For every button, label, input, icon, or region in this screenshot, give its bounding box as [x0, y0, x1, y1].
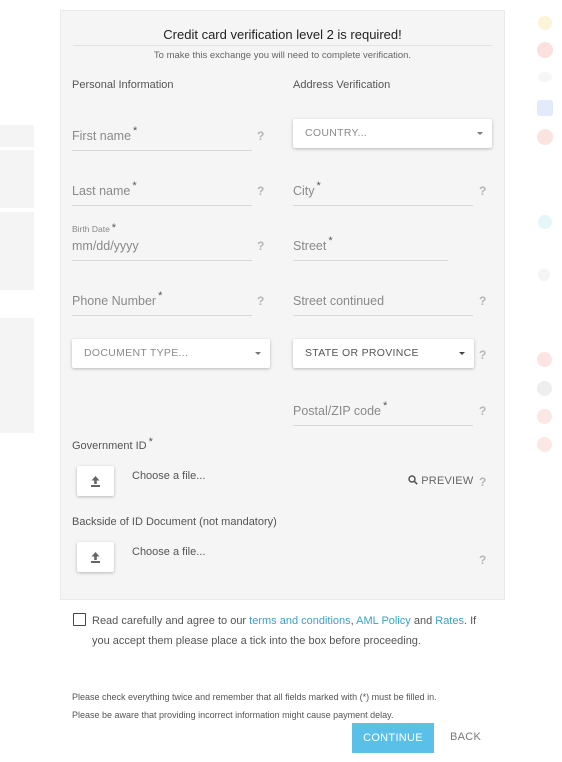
page-title: Credit card verification level 2 is requ…: [163, 27, 402, 42]
backside-id-file-label[interactable]: Choose a file...: [132, 546, 205, 558]
help-icon[interactable]: ?: [257, 129, 264, 143]
background-fragment: [538, 16, 552, 30]
street-continued-placeholder: Street continued: [293, 294, 385, 308]
street-placeholder: Street: [293, 239, 327, 253]
help-icon[interactable]: ?: [257, 294, 264, 308]
last-name-field[interactable]: Last name *: [72, 177, 252, 206]
background-fragment: [0, 150, 34, 208]
help-icon[interactable]: ?: [257, 239, 264, 253]
chevron-down-icon: [255, 352, 261, 355]
preview-button[interactable]: PREVIEW: [408, 475, 473, 487]
background-fragment: [0, 125, 34, 147]
agree-text: Read carefully and agree to our terms an…: [92, 615, 477, 647]
agree-checkbox[interactable]: [73, 613, 86, 626]
birth-date-placeholder: mm/dd/yyyy: [72, 239, 139, 253]
required-mark: *: [158, 290, 163, 302]
background-fragment: [538, 269, 550, 281]
background-fragment: [537, 381, 552, 396]
help-icon[interactable]: ?: [479, 475, 486, 489]
required-mark: *: [132, 180, 137, 192]
city-field[interactable]: City *: [293, 177, 473, 206]
required-mark: *: [316, 180, 321, 192]
help-icon[interactable]: ?: [479, 404, 486, 418]
background-fragment: [537, 437, 552, 452]
aml-policy-link[interactable]: AML Policy: [356, 615, 411, 627]
required-mark: *: [328, 235, 333, 247]
personal-info-heading: Personal Information: [72, 79, 174, 91]
birth-date-field[interactable]: mm/dd/yyyy: [72, 232, 252, 261]
background-fragment: [0, 212, 34, 290]
address-verification-heading: Address Verification: [293, 79, 391, 91]
required-mark: *: [133, 125, 138, 137]
phone-number-field[interactable]: Phone Number *: [72, 287, 252, 316]
postal-zip-placeholder: Postal/ZIP code: [293, 404, 382, 418]
title-divider: [73, 45, 492, 46]
background-fragment: [538, 72, 552, 82]
search-icon: [408, 475, 418, 485]
back-button[interactable]: BACK: [450, 731, 481, 743]
state-province-select[interactable]: STATE OR PROVINCE: [293, 339, 474, 368]
background-fragment: [537, 352, 552, 367]
page-subtitle: To make this exchange you will need to c…: [153, 50, 412, 61]
background-fragment: [0, 318, 34, 433]
chevron-down-icon: [459, 352, 465, 355]
terms-link[interactable]: terms and conditions: [249, 615, 351, 627]
government-id-file-label[interactable]: Choose a file...: [132, 470, 205, 482]
background-fragment: [537, 129, 553, 145]
help-icon[interactable]: ?: [479, 184, 486, 198]
government-id-upload-button[interactable]: [77, 466, 114, 496]
note-required-fields: Please check everything twice and rememb…: [72, 692, 437, 702]
continue-button[interactable]: CONTINUE: [352, 723, 434, 753]
first-name-field[interactable]: First name *: [72, 122, 252, 151]
upload-icon: [91, 552, 100, 563]
backside-id-label: Backside of ID Document (not mandatory): [72, 516, 277, 528]
backside-id-upload-button[interactable]: [77, 542, 114, 572]
street-continued-field[interactable]: Street continued: [293, 287, 473, 316]
note-payment-delay: Please be aware that providing incorrect…: [72, 710, 394, 720]
first-name-placeholder: First name: [72, 129, 132, 143]
help-icon[interactable]: ?: [479, 348, 486, 362]
chevron-down-icon: [477, 132, 483, 135]
background-fragment: [537, 100, 553, 116]
last-name-placeholder: Last name: [72, 184, 131, 198]
background-fragment: [538, 215, 552, 229]
city-placeholder: City: [293, 184, 315, 198]
background-fragment: [537, 42, 553, 58]
postal-zip-field[interactable]: Postal/ZIP code *: [293, 397, 473, 426]
help-icon[interactable]: ?: [479, 553, 486, 567]
document-type-select[interactable]: DOCUMENT TYPE...: [72, 339, 270, 368]
phone-number-placeholder: Phone Number: [72, 294, 157, 308]
required-mark: *: [383, 400, 388, 412]
help-icon[interactable]: ?: [257, 184, 264, 198]
rates-link[interactable]: Rates: [435, 615, 464, 627]
background-fragment: [537, 409, 552, 424]
street-field[interactable]: Street *: [293, 232, 448, 261]
country-select[interactable]: COUNTRY...: [293, 119, 492, 148]
upload-icon: [91, 476, 100, 487]
help-icon[interactable]: ?: [479, 294, 486, 308]
government-id-label: Government ID *: [72, 436, 153, 452]
